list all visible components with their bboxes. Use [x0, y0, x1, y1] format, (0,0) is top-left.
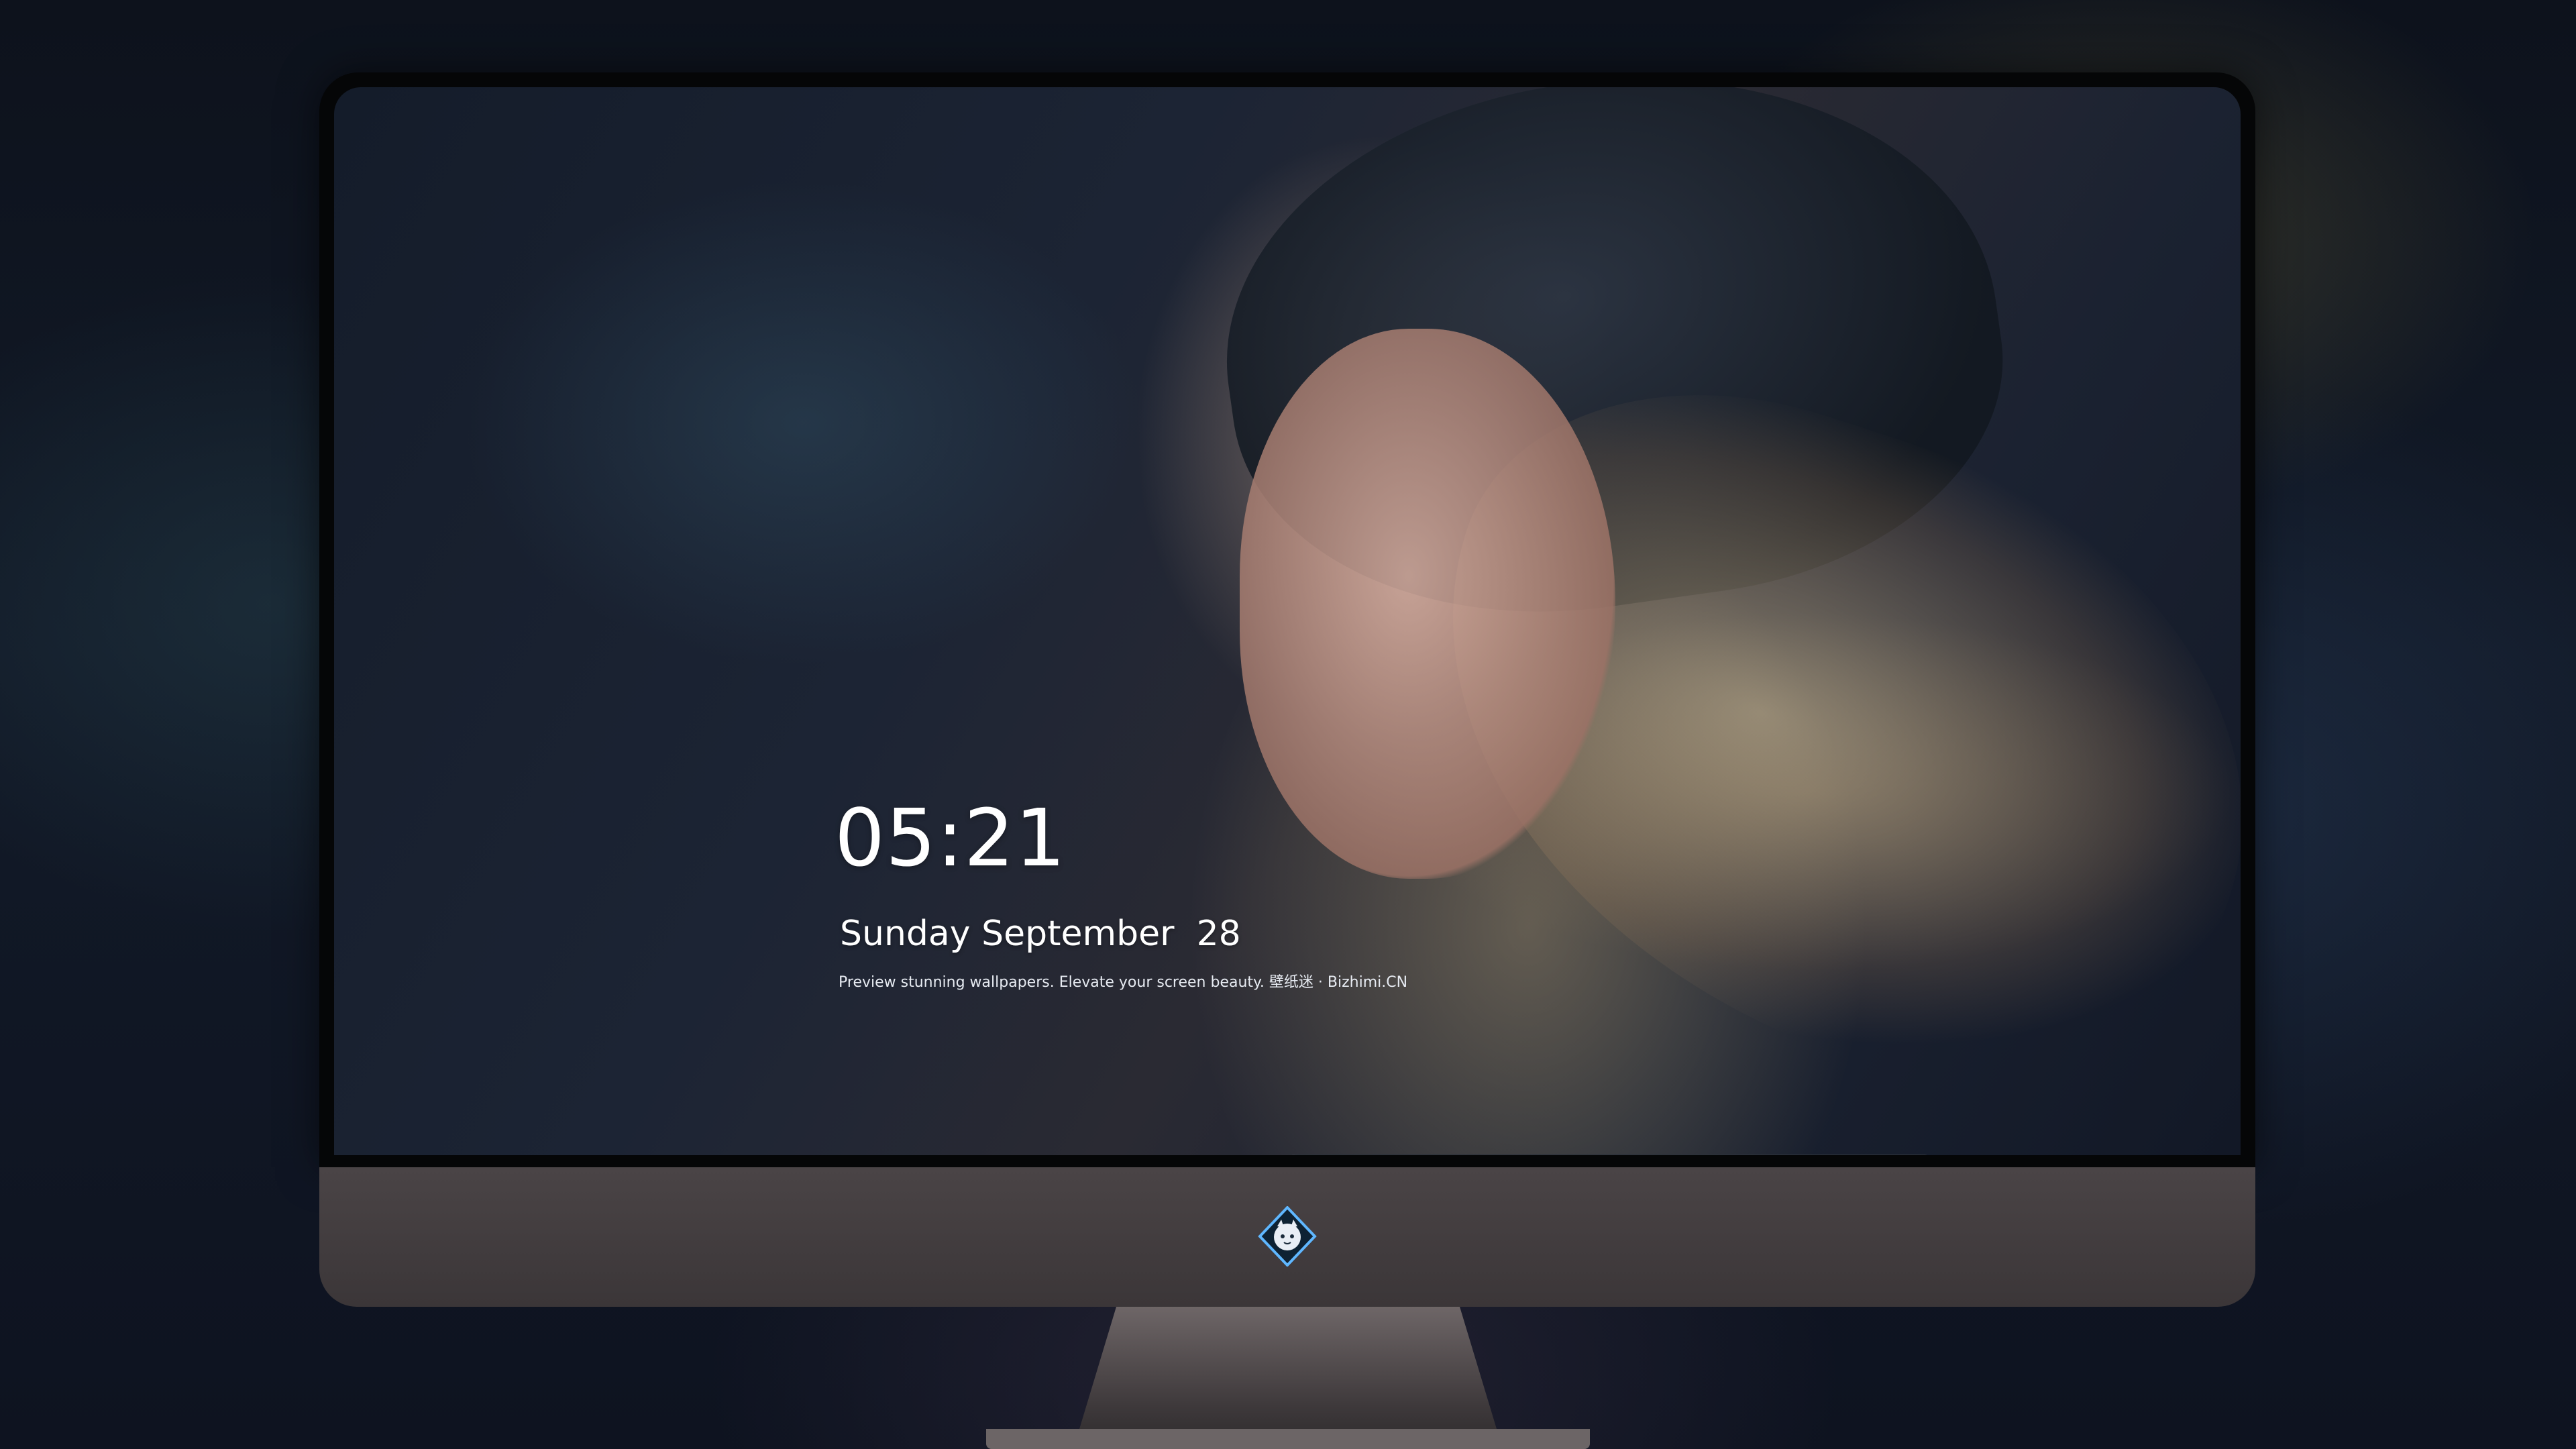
background-scene: 05:21 Sunday September 28 Preview stunni… [0, 0, 2576, 1449]
lock-screen[interactable]: 05:21 Sunday September 28 Preview stunni… [334, 87, 2241, 1155]
mascot-logo-icon [1257, 1205, 1318, 1267]
lock-clock-time: 05:21 [835, 792, 1067, 884]
imac-monitor: 05:21 Sunday September 28 Preview stunni… [319, 72, 2255, 1307]
monitor-stand [1073, 1307, 1503, 1449]
dock [1284, 1154, 1935, 1155]
lock-date: Sunday September 28 [840, 914, 1241, 954]
monitor-chin [319, 1167, 2255, 1307]
wallpaper-face [1240, 329, 1615, 879]
monitor-bezel: 05:21 Sunday September 28 Preview stunni… [319, 72, 2255, 1167]
monitor-stand-base [986, 1429, 1590, 1449]
wallpaper-tagline: Preview stunning wallpapers. Elevate you… [839, 974, 1408, 991]
